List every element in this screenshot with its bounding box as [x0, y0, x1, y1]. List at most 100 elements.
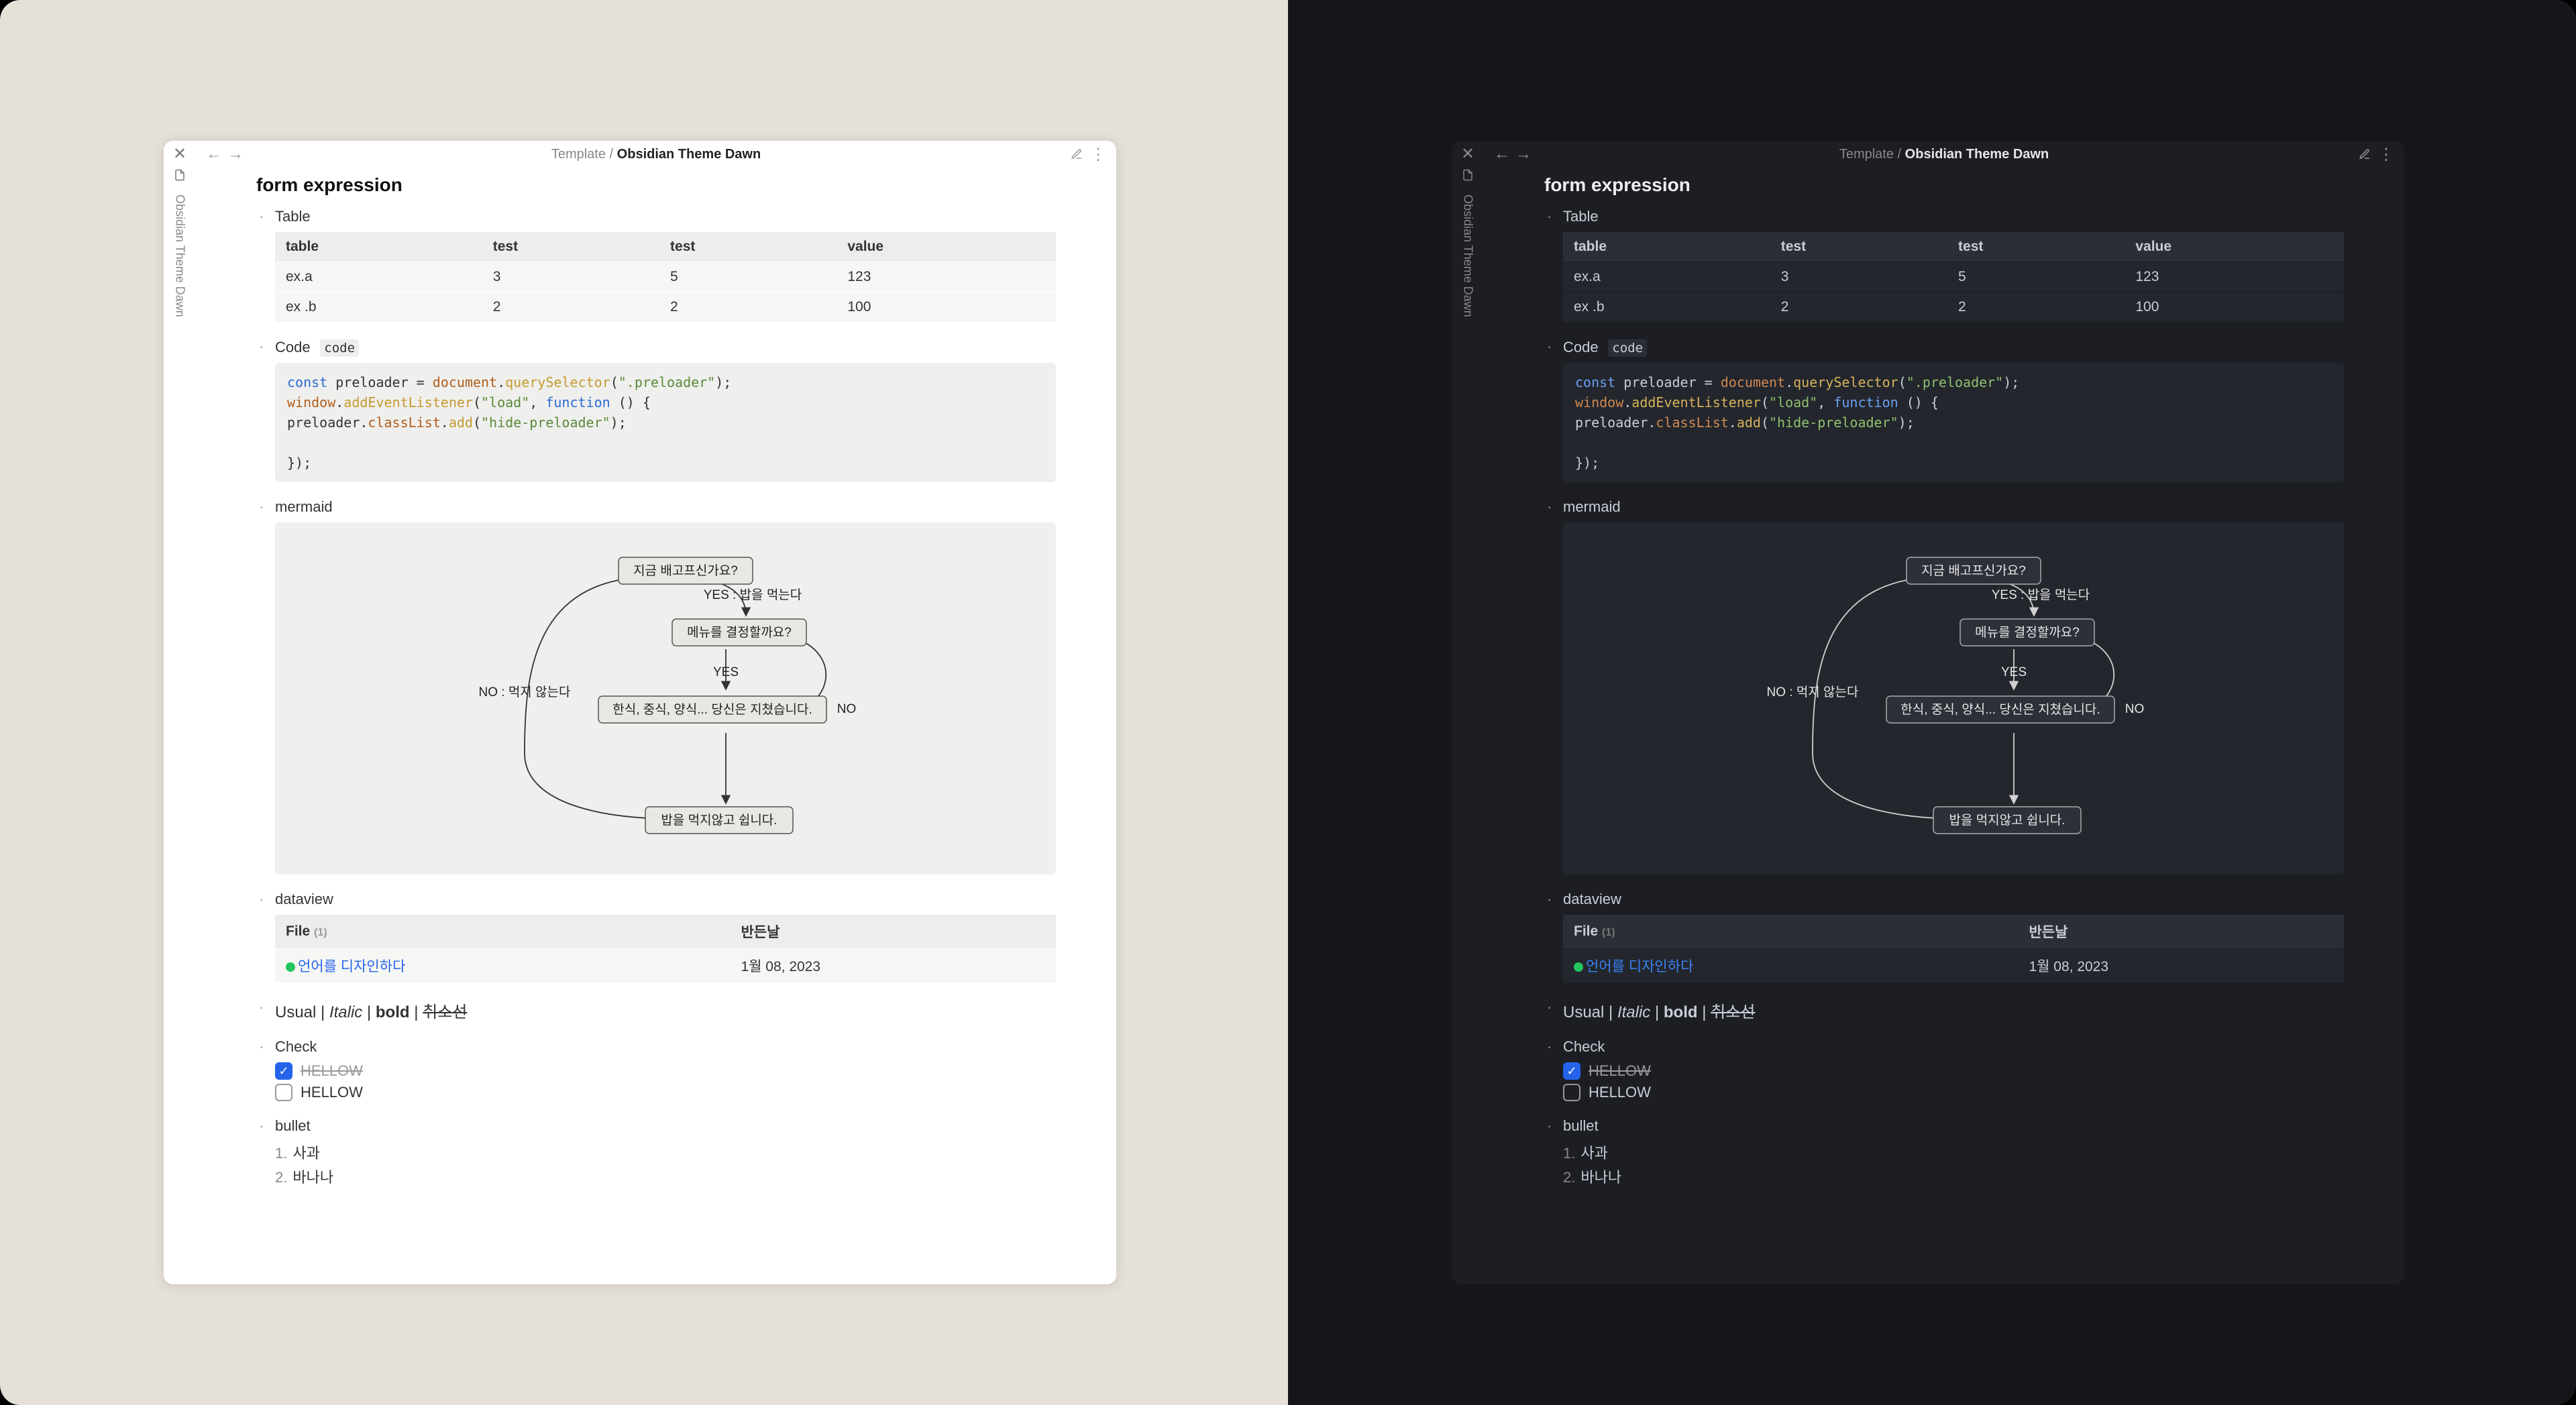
note-icon[interactable]	[1459, 166, 1477, 184]
table-header: table	[275, 232, 482, 262]
svg-text:NO: NO	[837, 702, 857, 716]
ordered-list: 1.사과 2.바나나	[275, 1141, 1056, 1187]
section-table: Table table test test value ex.a35123	[1544, 208, 2344, 322]
svg-text:밥을 먹지않고 쉽니다.: 밥을 먹지않고 쉽니다.	[661, 813, 777, 828]
breadcrumb-parent[interactable]: Template	[551, 147, 606, 162]
dataview-table: File (1) 반든날 언어를 디자인하다 1월 08, 2023	[275, 915, 1056, 982]
table-row: ex .b 2 2 100	[275, 292, 1056, 323]
mermaid-diagram: .marrow-d{fill:#d0d0d0} YES : 밥을 먹는다 NO …	[1563, 522, 2344, 875]
section-mermaid: mermaid .marrow-d{fill:#d0d0d0} YES : 밥을…	[1544, 498, 2344, 875]
check-item: HELLOW	[1563, 1084, 2344, 1101]
dv-link[interactable]: 언어를 디자인하다	[298, 959, 405, 974]
breadcrumb: Template / Obsidian Theme Dawn	[248, 147, 1064, 162]
forward-icon[interactable]: →	[227, 146, 244, 163]
edit-icon[interactable]	[2356, 146, 2373, 163]
app-window-light: ✕ Obsidian Theme Dawn ← → Template / Obs…	[164, 141, 1116, 1284]
note-content: form expression Table table test test va…	[1484, 168, 2404, 1203]
note-icon[interactable]	[171, 166, 189, 184]
dark-theme-panel: ✕ Obsidian Theme Dawn ← → Template / Obs…	[1288, 0, 2576, 1405]
code-block: const preloader = document.querySelector…	[275, 363, 1056, 482]
section-dataview: dataview File (1) 반든날 언어를 디자인하다 1월 08, 2…	[256, 891, 1056, 982]
check-label: HELLOW	[301, 1084, 363, 1101]
section-check: Check ✓ HELLOW HELLOW	[1544, 1038, 2344, 1101]
svg-text:밥을 먹지않고 쉽니다.: 밥을 먹지않고 쉽니다.	[1949, 813, 2065, 828]
back-icon[interactable]: ←	[1493, 146, 1511, 163]
section-bullet-label: bullet	[275, 1117, 1056, 1135]
more-icon[interactable]: ⋮	[1089, 146, 1107, 163]
table-row: ex .b22100	[1563, 292, 2344, 323]
checkbox-checked-icon[interactable]: ✓	[1563, 1062, 1580, 1080]
section-check: Check ✓ HELLOW HELLOW	[256, 1038, 1056, 1101]
svg-text:메뉴를 결정할까요?: 메뉴를 결정할까요?	[687, 625, 792, 640]
status-dot-icon	[286, 962, 295, 972]
close-icon[interactable]: ✕	[1459, 145, 1477, 162]
breadcrumb-current: Obsidian Theme Dawn	[617, 147, 761, 162]
inline-code: code	[1608, 339, 1647, 357]
forward-icon[interactable]: →	[1515, 146, 1532, 163]
section-bullet: bullet 1.사과 2.바나나	[1544, 1117, 2344, 1187]
table-row: ex.a35123	[1563, 262, 2344, 292]
table-row: 언어를 디자인하다 1월 08, 2023	[1563, 949, 2344, 983]
sidebar: ✕ Obsidian Theme Dawn	[164, 141, 196, 1284]
svg-text:YES : 밥을 먹는다: YES : 밥을 먹는다	[704, 587, 802, 602]
table-row: ex.a 3 5 123	[275, 262, 1056, 292]
breadcrumb-current: Obsidian Theme Dawn	[1905, 147, 2049, 162]
svg-text:지금 배고프신가요?: 지금 배고프신가요?	[1921, 563, 2026, 578]
check-item: HELLOW	[275, 1084, 1056, 1101]
table-row: 언어를 디자인하다 1월 08, 2023	[275, 949, 1056, 983]
svg-text:YES: YES	[2001, 665, 2027, 679]
section-check-label: Check	[275, 1038, 1056, 1056]
section-table-label: Table	[275, 208, 1056, 225]
checkbox-unchecked-icon[interactable]	[1563, 1084, 1580, 1101]
table-header: value	[837, 232, 1056, 262]
note-content: form expression Table table test test va…	[196, 168, 1116, 1203]
data-table: table test test value ex.a35123 ex .b221…	[1563, 232, 2344, 322]
sidebar-tab-label[interactable]: Obsidian Theme Dawn	[173, 194, 187, 317]
list-item: 2.바나나	[275, 1166, 1056, 1187]
svg-text:YES : 밥을 먹는다: YES : 밥을 먹는다	[1992, 587, 2090, 602]
ordered-list: 1.사과 2.바나나	[1563, 1141, 2344, 1187]
page-title: form expression	[256, 174, 1056, 196]
breadcrumb-sep: /	[1898, 147, 1902, 162]
breadcrumb-parent[interactable]: Template	[1839, 147, 1894, 162]
mermaid-node: 메뉴를 결정할까요?	[672, 619, 806, 646]
more-icon[interactable]: ⋮	[2377, 146, 2395, 163]
light-theme-panel: ✕ Obsidian Theme Dawn ← → Template / Obs…	[0, 0, 1288, 1405]
dv-header: 반든날	[730, 915, 1056, 949]
breadcrumb: Template / Obsidian Theme Dawn	[1536, 147, 2352, 162]
sidebar-tab-label[interactable]: Obsidian Theme Dawn	[1461, 194, 1475, 317]
section-mermaid-label: mermaid	[275, 498, 1056, 516]
checkbox-unchecked-icon[interactable]	[275, 1084, 292, 1101]
check-label: HELLOW	[301, 1062, 363, 1080]
section-code: Code code const preloader = document.que…	[1544, 338, 2344, 482]
dv-link[interactable]: 언어를 디자인하다	[1586, 959, 1693, 974]
svg-text:NO : 먹지 않는다: NO : 먹지 않는다	[478, 685, 570, 699]
list-item: 1.사과	[1563, 1141, 2344, 1163]
section-dataview: dataview File (1) 반든날 언어를 디자인하다 1월 08, 2…	[1544, 891, 2344, 982]
check-item: ✓ HELLOW	[1563, 1062, 2344, 1080]
code-block: const preloader = document.querySelector…	[1563, 363, 2344, 482]
section-bullet: bullet 1.사과 2.바나나	[256, 1117, 1056, 1187]
edit-icon[interactable]	[1068, 146, 1085, 163]
main-pane: ← → Template / Obsidian Theme Dawn ⋮ for…	[196, 141, 1116, 1284]
svg-text:메뉴를 결정할까요?: 메뉴를 결정할까요?	[1975, 625, 2080, 640]
checkbox-checked-icon[interactable]: ✓	[275, 1062, 292, 1080]
breadcrumb-sep: /	[610, 147, 614, 162]
section-dataview-label: dataview	[275, 891, 1056, 908]
section-table: Table table test test value ex.a 3	[256, 208, 1056, 322]
topbar: ← → Template / Obsidian Theme Dawn ⋮	[1484, 141, 2404, 168]
inline-code: code	[320, 339, 359, 357]
back-icon[interactable]: ←	[205, 146, 223, 163]
app-window-dark: ✕ Obsidian Theme Dawn ← → Template / Obs…	[1452, 141, 2404, 1284]
section-mermaid: mermaid .marrow-l{fill:#333} YES : 밥을 먹는…	[256, 498, 1056, 875]
close-icon[interactable]: ✕	[171, 145, 189, 162]
mermaid-node: 지금 배고프신가요?	[619, 557, 753, 584]
section-code-label: Code	[275, 339, 311, 356]
list-item: 2.바나나	[1563, 1166, 2344, 1187]
svg-text:NO : 먹지 않는다: NO : 먹지 않는다	[1766, 685, 1858, 699]
section-text-styles: Usual | Italic | bold | 취소선	[1544, 999, 2344, 1022]
mermaid-node: 밥을 먹지않고 쉽니다.	[645, 807, 793, 834]
section-code: Code code const preloader = document.que…	[256, 338, 1056, 482]
data-table: table test test value ex.a 3 5 123	[275, 232, 1056, 322]
svg-text:YES: YES	[713, 665, 739, 679]
